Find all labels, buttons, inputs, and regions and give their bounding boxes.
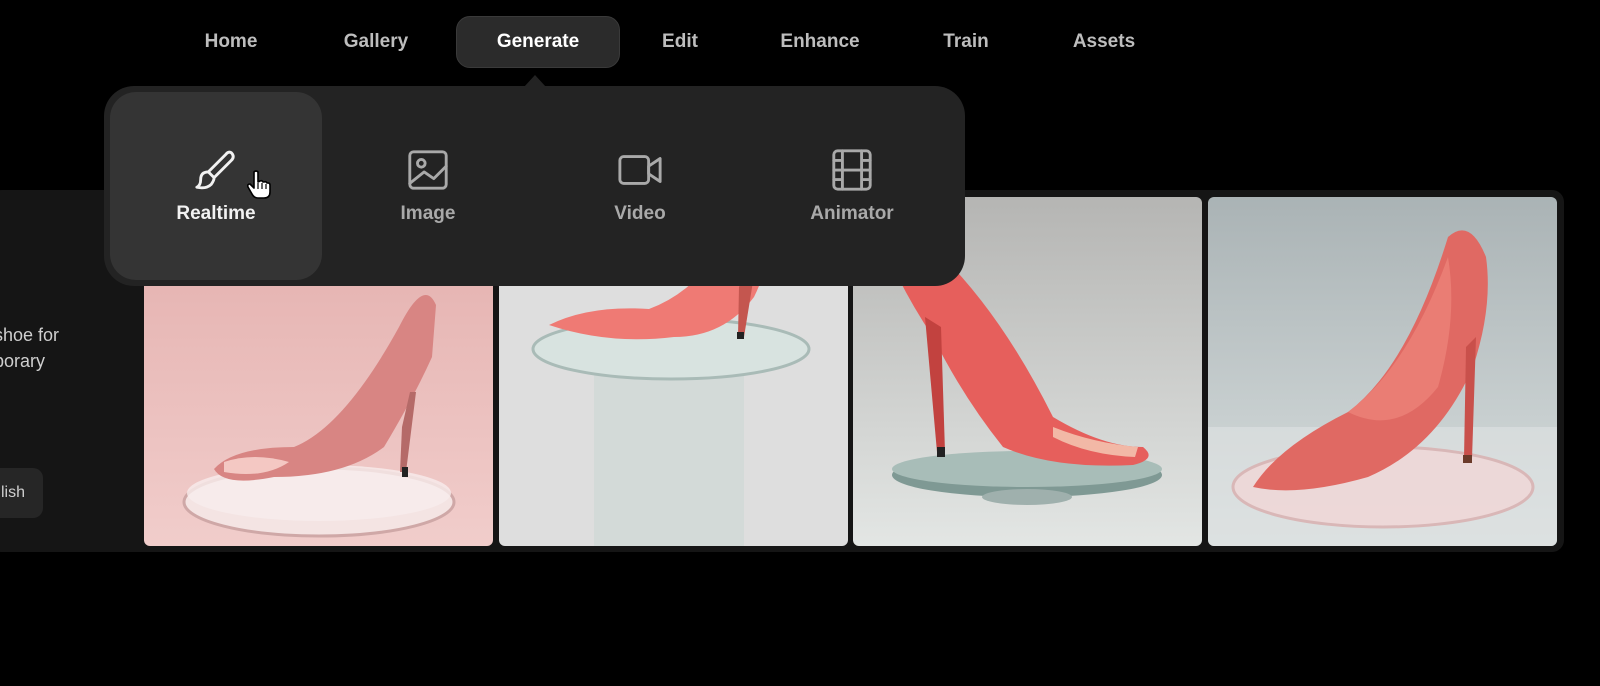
dropdown-option-animator[interactable]: Animator <box>746 92 958 280</box>
dropdown-caret <box>524 75 546 87</box>
generate-dropdown: Realtime Image Video Animator <box>104 86 965 286</box>
shoe-image <box>1208 197 1557 546</box>
nav-enhance[interactable]: Enhance <box>760 16 880 68</box>
nav-train[interactable]: Train <box>926 16 1006 68</box>
brush-icon <box>195 150 235 190</box>
dropdown-label-realtime: Realtime <box>176 203 256 224</box>
dropdown-label-animator: Animator <box>810 203 894 224</box>
dropdown-label-image: Image <box>400 203 456 224</box>
dropdown-option-realtime[interactable]: Realtime <box>110 92 322 280</box>
dropdown-option-video[interactable]: Video <box>534 92 746 280</box>
hand-cursor-icon <box>246 170 271 199</box>
image-icon <box>408 150 448 190</box>
app-page: Home Gallery Generate Edit Enhance Train… <box>0 0 1600 686</box>
nav-assets[interactable]: Assets <box>1058 16 1150 68</box>
top-nav: Home Gallery Generate Edit Enhance Train… <box>0 16 1600 68</box>
prompt-text: shoe for porary <box>0 322 114 374</box>
prompt-line-1: shoe for <box>0 325 60 345</box>
nav-edit[interactable]: Edit <box>640 16 720 68</box>
prompt-line-2: porary <box>0 351 46 371</box>
dropdown-label-video: Video <box>614 203 666 224</box>
nav-home[interactable]: Home <box>186 16 276 68</box>
nav-generate[interactable]: Generate <box>456 16 620 68</box>
gallery-image-4[interactable] <box>1208 197 1557 546</box>
dropdown-option-image[interactable]: Image <box>322 92 534 280</box>
video-camera-icon <box>618 155 662 185</box>
nav-gallery[interactable]: Gallery <box>322 16 430 68</box>
publish-button[interactable]: lish <box>0 468 43 518</box>
film-icon <box>832 149 872 191</box>
